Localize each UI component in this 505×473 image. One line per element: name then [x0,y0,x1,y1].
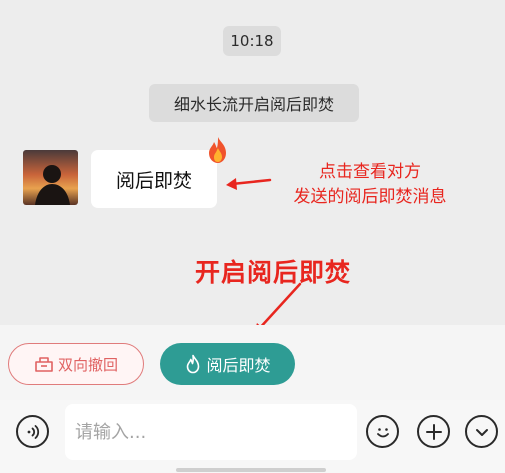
revoke-icon [35,357,53,372]
voice-wave-glyph [27,424,39,439]
chevron-down-icon[interactable] [465,415,498,448]
message-input[interactable] [65,404,357,460]
burn-after-reading-button[interactable]: 阅后即焚 [160,343,295,385]
avatar-image [23,150,78,205]
message-text: 阅后即焚 [115,169,192,192]
home-indicator [176,468,326,472]
annotation-note: 点击查看对方 发送的阅后即焚消息 [270,160,470,210]
arrow-to-burn-button [256,282,302,332]
system-notice: 细水长流开启阅后即焚 [149,84,359,122]
arrow-to-message [230,178,272,186]
emoji-icon[interactable] [366,415,399,448]
flame-icon [187,354,200,374]
annotation-heading: 开启阅后即焚 [195,258,352,287]
fire-icon [209,137,226,163]
annotation-note-line2: 发送的阅后即焚消息 [293,187,447,207]
message-bubble[interactable]: 阅后即焚 [91,150,217,208]
avatar[interactable] [23,150,78,205]
bidirectional-revoke-button[interactable]: 双向撤回 [8,343,144,385]
burn-label: 阅后即焚 [206,356,271,375]
revoke-label: 双向撤回 [57,355,118,374]
timestamp: 10:18 [223,26,281,56]
chevron-glyph [475,428,488,436]
voice-icon[interactable] [16,415,49,448]
annotation-note-line1: 点击查看对方 [319,162,421,182]
plus-glyph [425,423,442,440]
plus-icon[interactable] [417,415,450,448]
smiley-glyph [376,427,389,437]
